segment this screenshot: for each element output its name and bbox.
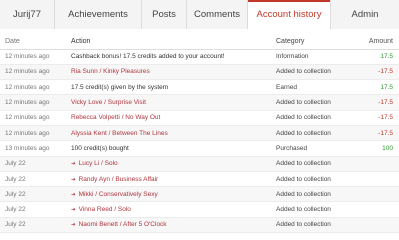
table-row: 12 minutes ago Rebecca Volpetti / No Way … bbox=[0, 110, 399, 126]
header-action: Action bbox=[66, 34, 271, 50]
tab-label: Admin bbox=[351, 9, 379, 20]
header-date: Date bbox=[0, 34, 66, 50]
row-action: 17.5 credit(s) given by the system bbox=[66, 79, 271, 96]
table-row: 12 minutes ago Vicky Love / Surprise Visi… bbox=[0, 94, 399, 111]
tab-achievements[interactable]: Achievements bbox=[55, 0, 142, 29]
row-action: 100 credit(s) bought bbox=[66, 140, 271, 157]
row-amount: 17.5 bbox=[361, 79, 399, 96]
row-date: July 22 bbox=[0, 186, 66, 203]
row-category: Added to collection bbox=[271, 94, 361, 111]
row-action: Rebecca Volpetti / No Way Out bbox=[66, 110, 271, 126]
row-action: Alyssia Kent / Between The Lines bbox=[66, 125, 271, 142]
row-amount: 100 bbox=[361, 140, 399, 157]
table-row: 12 minutes ago Ria Sunn / Kinky Pleasures… bbox=[0, 64, 399, 81]
scene-link[interactable]: Vinna Reed / Solo bbox=[79, 206, 131, 213]
row-amount: -17.5 bbox=[361, 64, 399, 81]
row-category: Purchased bbox=[271, 140, 361, 157]
row-action: ➜ Lucy Li / Solo bbox=[66, 156, 271, 172]
row-amount bbox=[361, 217, 399, 234]
table-row: July 22 ➜ Lucy Li / Solo Added to collectio… bbox=[0, 156, 399, 172]
table-row: July 22 ➜ Randy Ayn / Business Affair Added… bbox=[0, 171, 399, 188]
scene-link[interactable]: Rebecca Volpetti / No Way Out bbox=[71, 114, 160, 121]
row-amount bbox=[361, 156, 399, 172]
table-row: 13 minutes ago 100 credit(s) bought Purcha… bbox=[0, 140, 399, 157]
action-text: 100 credit(s) bought bbox=[71, 144, 129, 152]
tab-posts[interactable]: Posts bbox=[142, 0, 187, 29]
scene-link[interactable]: Mikki / Conservatively Sexy bbox=[79, 191, 158, 198]
row-date: 12 minutes ago bbox=[0, 64, 66, 81]
row-date: July 22 bbox=[0, 171, 66, 188]
row-category: Added to collection bbox=[271, 156, 361, 172]
row-date: July 22 bbox=[0, 201, 66, 218]
scene-link[interactable]: Randy Ayn / Business Affair bbox=[79, 176, 159, 183]
row-category: Added to collection bbox=[271, 171, 361, 188]
film-icon: ➜ bbox=[71, 176, 76, 183]
row-action: Ria Sunn / Kinky Pleasures bbox=[66, 64, 271, 81]
tab-account-history[interactable]: Account history bbox=[248, 0, 331, 30]
row-amount bbox=[361, 201, 399, 218]
tab-admin[interactable]: Admin bbox=[331, 0, 399, 29]
row-action: ➜ Vinna Reed / Solo bbox=[66, 201, 271, 218]
tab-label: Comments bbox=[194, 9, 240, 20]
scene-link[interactable]: Naomi Benett / After 5 O'Clock bbox=[79, 221, 167, 228]
row-date: July 22 bbox=[0, 156, 66, 172]
header-category: Category bbox=[271, 34, 361, 50]
row-date: 12 minutes ago bbox=[0, 125, 66, 142]
row-amount: -17.5 bbox=[361, 94, 399, 111]
row-amount: 17.5 bbox=[361, 49, 399, 65]
row-category: Added to collection bbox=[271, 64, 361, 81]
action-text: Cashback bonus! 17.5 credits added to yo… bbox=[71, 53, 225, 61]
row-amount: -17.5 bbox=[361, 110, 399, 126]
table-row: 12 minutes ago 17.5 credit(s) given by th… bbox=[0, 79, 399, 96]
row-date: 12 minutes ago bbox=[0, 110, 66, 126]
tab-label: Jurij77 bbox=[13, 9, 41, 20]
table-row: 12 minutes ago Alyssia Kent / Between The… bbox=[0, 125, 399, 142]
profile-tabs: Jurij77 Achievements Posts Comments Acco… bbox=[0, 0, 399, 30]
row-amount: -17.5 bbox=[361, 125, 399, 142]
row-action: Cashback bonus! 17.5 credits added to yo… bbox=[66, 49, 271, 65]
table-row: 12 minutes ago Cashback bonus! 17.5 credi… bbox=[0, 49, 399, 65]
action-text: 17.5 credit(s) given by the system bbox=[71, 83, 169, 91]
row-date: 12 minutes ago bbox=[0, 49, 66, 65]
row-action: ➜ Randy Ayn / Business Affair bbox=[66, 171, 271, 188]
row-date: 12 minutes ago bbox=[0, 94, 66, 111]
row-action: Vicky Love / Surprise Visit bbox=[66, 94, 271, 111]
row-amount bbox=[361, 171, 399, 188]
table-row: July 22 ➜ Mikki / Conservatively Sexy Added… bbox=[0, 186, 399, 203]
row-category: Earned bbox=[271, 79, 361, 96]
table-row: July 22 ➜ Vinna Reed / Solo Added to collec… bbox=[0, 201, 399, 218]
scene-link[interactable]: Alyssia Kent / Between The Lines bbox=[71, 130, 168, 137]
film-icon: ➜ bbox=[71, 191, 76, 198]
film-icon: ➜ bbox=[71, 161, 76, 168]
table-row: July 22 ➜ Naomi Benett / After 5 O'Clock Ad… bbox=[0, 217, 399, 234]
row-category: Added to collection bbox=[271, 110, 361, 126]
row-date: 13 minutes ago bbox=[0, 140, 66, 157]
tab-label: Posts bbox=[152, 9, 176, 20]
row-action: ➜ Mikki / Conservatively Sexy bbox=[66, 186, 271, 203]
scene-link[interactable]: Vicky Love / Surprise Visit bbox=[71, 99, 146, 106]
row-date: 12 minutes ago bbox=[0, 79, 66, 96]
row-category: Information bbox=[271, 49, 361, 65]
row-category: Added to collection bbox=[271, 186, 361, 203]
row-amount bbox=[361, 186, 399, 203]
row-category: Added to collection bbox=[271, 125, 361, 142]
scene-link[interactable]: Lucy Li / Solo bbox=[79, 160, 118, 167]
film-icon: ➜ bbox=[71, 207, 76, 214]
tab-profile[interactable]: Jurij77 bbox=[0, 0, 55, 29]
row-action: ➜ Naomi Benett / After 5 O'Clock bbox=[66, 217, 271, 234]
row-category: Added to collection bbox=[271, 201, 361, 218]
tab-comments[interactable]: Comments bbox=[187, 0, 248, 29]
row-category: Added to collection bbox=[271, 217, 361, 234]
tab-label: Achievements bbox=[68, 9, 128, 20]
table-header-row: Date Action Category Amount bbox=[0, 34, 399, 50]
account-history-table: Date Action Category Amount 12 minutes a… bbox=[0, 34, 399, 234]
header-amount: Amount bbox=[361, 34, 399, 50]
scene-link[interactable]: Ria Sunn / Kinky Pleasures bbox=[71, 68, 150, 75]
tab-label: Account history bbox=[256, 9, 322, 20]
film-icon: ➜ bbox=[71, 222, 76, 229]
row-date: July 22 bbox=[0, 217, 66, 234]
